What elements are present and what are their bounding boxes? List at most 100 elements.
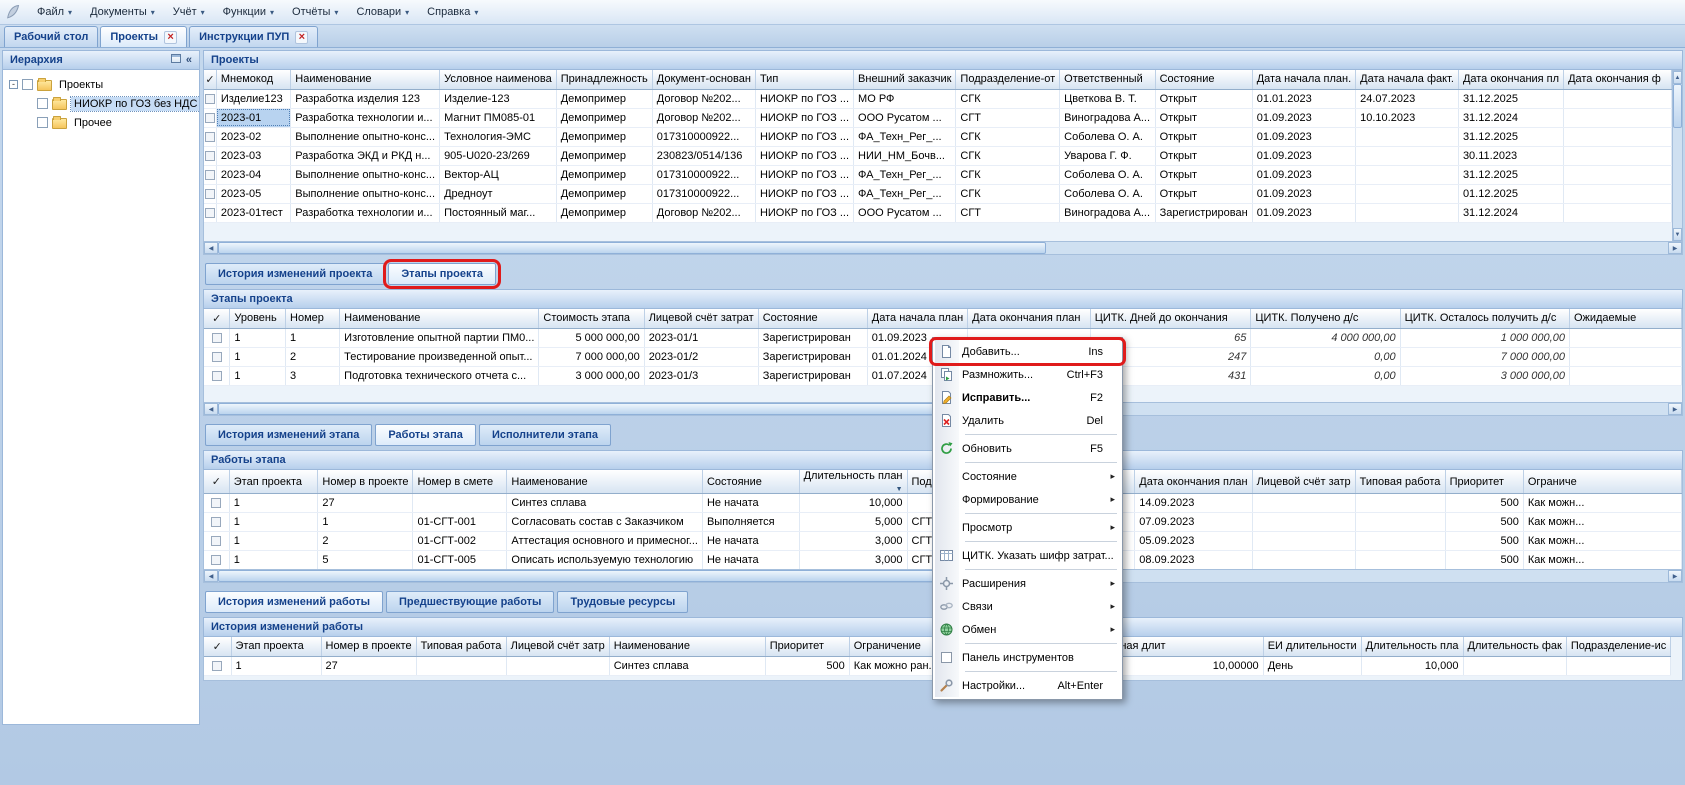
table-cell[interactable]: Договор №202... [652, 203, 755, 222]
table-cell[interactable]: Вектор-АЦ [440, 165, 557, 184]
table-cell[interactable]: Изготовление опытной партии ПМ0... [340, 328, 539, 347]
tab-item[interactable]: История изменений проекта [205, 263, 385, 285]
menubar-item[interactable]: Документы▾ [81, 3, 164, 21]
tree-checkbox[interactable] [37, 117, 48, 128]
table-cell[interactable]: НИОКР по ГОЗ ... [755, 184, 853, 203]
table-cell[interactable]: НИОКР по ГОЗ ... [755, 89, 853, 108]
column-header[interactable]: Дата начала план [867, 309, 967, 328]
table-cell[interactable]: 01.01.2023 [1252, 89, 1355, 108]
column-header[interactable]: Наименование [340, 309, 539, 328]
app-logo-icon[interactable] [5, 3, 23, 21]
table-cell[interactable]: СГК [956, 165, 1060, 184]
table-cell[interactable]: 01.09.2023 [1252, 108, 1355, 127]
table-cell[interactable] [1356, 146, 1459, 165]
row-checkbox[interactable] [205, 151, 215, 161]
table-cell[interactable]: Демопример [556, 184, 652, 203]
table-cell[interactable]: СГК [956, 146, 1060, 165]
table-row[interactable]: 2023-04Выполнение опытно-конс...Вектор-А… [204, 165, 1672, 184]
menubar-item[interactable]: Справка▾ [418, 3, 487, 21]
table-cell[interactable]: Выполнение опытно-конс... [291, 165, 440, 184]
table-cell[interactable]: 1 [229, 494, 318, 513]
row-checkbox[interactable] [212, 352, 222, 362]
table-cell[interactable]: Соболева О. А. [1060, 184, 1155, 203]
table-cell[interactable] [1564, 108, 1672, 127]
row-checkbox[interactable] [205, 189, 215, 199]
table-cell[interactable]: Синтез сплава [507, 494, 703, 513]
table-cell[interactable]: 0,00 [1251, 366, 1400, 385]
select-all-column-header[interactable]: ✓ [204, 470, 229, 494]
row-checkbox[interactable] [212, 661, 222, 671]
table-cell[interactable]: ООО Русатом ... [854, 108, 956, 127]
table-cell[interactable]: Выполняется [702, 513, 799, 532]
row-selector-cell[interactable] [204, 146, 216, 165]
context-menu-item[interactable]: Формирование▸ [935, 488, 1120, 511]
scroll-right-icon[interactable]: ▶ [1668, 570, 1682, 582]
close-icon[interactable]: × [295, 31, 308, 44]
row-checkbox[interactable] [205, 94, 215, 104]
table-cell[interactable] [1356, 127, 1459, 146]
table-cell[interactable]: НИОКР по ГОЗ ... [755, 127, 853, 146]
row-checkbox[interactable] [211, 517, 221, 527]
row-selector-cell[interactable] [204, 513, 229, 532]
column-header[interactable]: Дата окончания пл [1458, 70, 1563, 89]
table-cell[interactable]: ООО Русатом ... [854, 203, 956, 222]
context-menu-item[interactable]: УдалитьDel [935, 409, 1120, 432]
table-cell[interactable]: Не начата [702, 532, 799, 551]
table-cell[interactable]: 1 [230, 366, 286, 385]
column-header[interactable]: Состояние [758, 309, 867, 328]
table-cell[interactable]: Как можн... [1523, 494, 1681, 513]
scrollbar-thumb[interactable] [218, 242, 1046, 254]
table-cell[interactable]: 10,000 [799, 494, 907, 513]
scrollbar-thumb[interactable] [218, 570, 1046, 582]
column-header[interactable]: Длительность фак [1463, 637, 1566, 656]
table-cell[interactable] [1356, 184, 1459, 203]
tree-checkbox[interactable] [22, 79, 33, 90]
table-cell[interactable]: Демопример [556, 127, 652, 146]
table-cell[interactable] [1566, 656, 1670, 675]
table-cell[interactable]: Виноградова А... [1060, 108, 1155, 127]
table-cell[interactable]: Согласовать состав с Заказчиком [507, 513, 703, 532]
column-header[interactable]: Условное наименова [440, 70, 557, 89]
row-selector-cell[interactable] [204, 184, 216, 203]
table-cell[interactable] [1564, 146, 1672, 165]
select-all-column-header[interactable]: ✓ [204, 70, 216, 89]
table-cell[interactable]: 2023-01/2 [644, 347, 758, 366]
table-cell[interactable]: 01-СГТ-005 [413, 551, 507, 570]
column-header[interactable]: Состояние [1155, 70, 1252, 89]
table-cell[interactable]: 905-U020-23/269 [440, 146, 557, 165]
menubar-item[interactable]: Словари▾ [347, 3, 418, 21]
select-all-column-header[interactable]: ✓ [204, 309, 230, 328]
scroll-down-icon[interactable]: ▼ [1673, 228, 1682, 241]
table-cell[interactable]: 5 [318, 551, 413, 570]
table-cell[interactable]: Зарегистрирован [758, 328, 867, 347]
row-selector-cell[interactable] [204, 165, 216, 184]
row-checkbox[interactable] [211, 555, 221, 565]
table-cell[interactable]: 4 000 000,00 [1251, 328, 1400, 347]
table-cell[interactable]: 017310000922... [652, 165, 755, 184]
column-header[interactable]: Лицевой счёт затрат [644, 309, 758, 328]
column-header[interactable]: Длительность план▼ [799, 470, 907, 494]
tree-item[interactable]: НИОКР по ГОЗ без НДС [5, 94, 197, 113]
table-cell[interactable] [1355, 513, 1445, 532]
table-cell[interactable]: Открыт [1155, 89, 1252, 108]
table-cell[interactable]: Технология-ЭМС [440, 127, 557, 146]
window-tab[interactable]: Проекты× [100, 26, 187, 47]
table-cell[interactable]: 01-СГТ-001 [413, 513, 507, 532]
table-cell[interactable]: 3,000 [799, 551, 907, 570]
table-cell[interactable] [413, 494, 507, 513]
table-cell[interactable]: Демопример [556, 165, 652, 184]
table-cell[interactable]: Как можн... [1523, 551, 1681, 570]
table-cell[interactable]: Соболева О. А. [1060, 165, 1155, 184]
window-tab[interactable]: Рабочий стол [4, 26, 98, 47]
table-cell[interactable]: 500 [1445, 532, 1523, 551]
table-cell[interactable]: Изделие123 [216, 89, 290, 108]
table-cell[interactable]: Разработка технологии и... [291, 108, 440, 127]
table-row[interactable]: Изделие123Разработка изделия 123Изделие-… [204, 89, 1672, 108]
table-cell[interactable]: ФА_Техн_Рег_... [854, 127, 956, 146]
table-cell[interactable]: СГК [956, 127, 1060, 146]
column-header[interactable]: Уровень [230, 309, 286, 328]
context-menu-item[interactable]: Настройки...Alt+Enter [935, 674, 1120, 697]
column-header[interactable]: Этап проекта [229, 470, 318, 494]
row-checkbox[interactable] [212, 333, 222, 343]
table-cell[interactable] [506, 656, 609, 675]
